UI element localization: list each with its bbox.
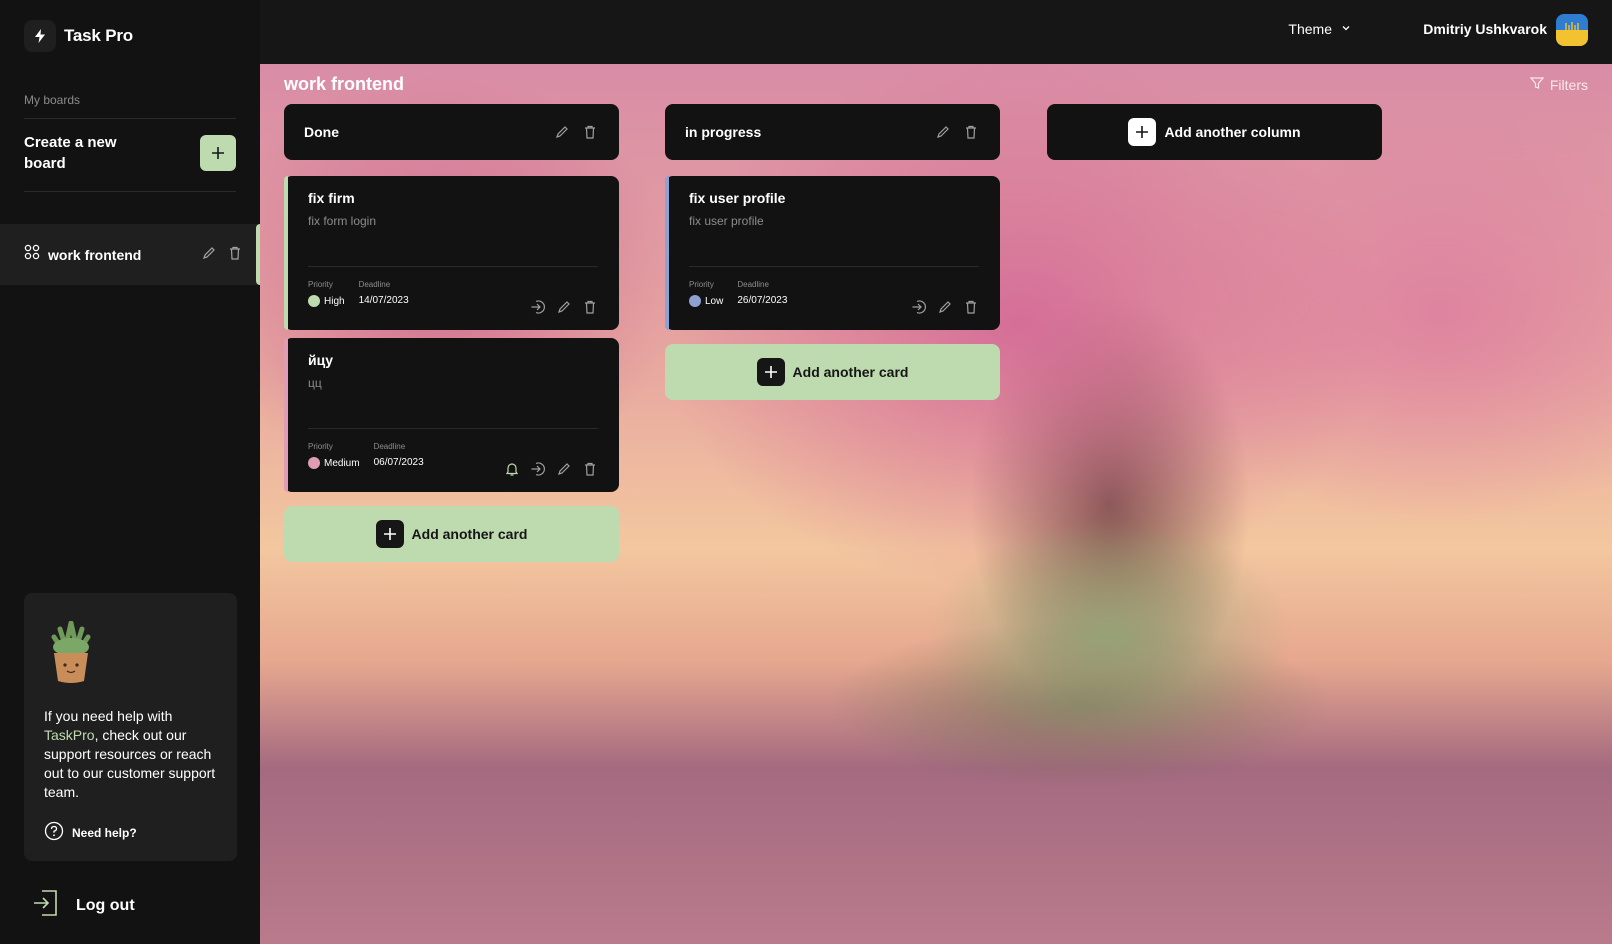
priority-dot	[308, 457, 320, 469]
card-title: йцу	[308, 352, 333, 368]
deadline-value: 14/07/2023	[358, 295, 409, 306]
deadline-value: 06/07/2023	[373, 457, 424, 468]
priority-value: Medium	[324, 457, 360, 469]
plus-icon	[375, 520, 404, 548]
pencil-icon[interactable]	[934, 123, 952, 141]
trash-icon[interactable]	[962, 123, 980, 141]
user-name[interactable]: Dmitriy Ushkvarok	[1423, 21, 1547, 37]
trident-icon	[1565, 22, 1579, 38]
plus-icon	[1128, 118, 1157, 146]
add-card-label: Add another card	[411, 526, 528, 542]
logout-icon	[30, 887, 62, 924]
brand-link[interactable]: TaskPro	[44, 727, 95, 743]
column-title: in progress	[685, 124, 762, 140]
need-help-button[interactable]: Need help?	[44, 821, 137, 844]
help-circle-icon	[44, 821, 64, 844]
card-description: fix form login	[308, 214, 377, 228]
pencil-icon[interactable]	[555, 460, 573, 478]
trash-icon[interactable]	[581, 298, 599, 316]
add-card-button[interactable]: Add another card	[284, 506, 619, 562]
column-header-in-progress: in progress	[665, 104, 1000, 160]
move-card-icon[interactable]	[910, 298, 928, 316]
priority-value: High	[324, 295, 345, 307]
cactus-pot-icon	[48, 620, 94, 690]
help-text: If you need help with TaskPro, check out…	[44, 707, 219, 802]
logout-label: Log out	[76, 896, 135, 914]
help-box: If you need help with TaskPro, check out…	[24, 593, 237, 861]
task-card[interactable]: йцу цц Priority Medium Deadline 06/07/20…	[284, 338, 619, 492]
trash-icon[interactable]	[226, 244, 244, 262]
add-card-label: Add another card	[792, 364, 909, 380]
card-title: fix firm	[308, 190, 355, 206]
add-card-button[interactable]: Add another card	[665, 344, 1000, 400]
deadline-label: Deadline	[373, 442, 406, 451]
priority-dot	[308, 295, 320, 307]
divider	[24, 118, 236, 119]
priority-label: Priority	[308, 280, 333, 289]
priority-dot	[689, 295, 701, 307]
task-card[interactable]: fix user profile fix user profile Priori…	[665, 176, 1000, 330]
add-column-label: Add another column	[1164, 124, 1301, 140]
chevron-down-icon	[1340, 21, 1352, 37]
create-board-button[interactable]	[200, 135, 236, 171]
my-boards-heading: My boards	[24, 93, 81, 107]
bell-icon[interactable]	[503, 460, 521, 478]
pencil-icon[interactable]	[555, 298, 573, 316]
logout-button[interactable]: Log out	[30, 887, 135, 924]
filters-button[interactable]: Filters	[1529, 76, 1588, 93]
grid-icon	[24, 244, 40, 265]
need-help-label: Need help?	[72, 825, 137, 840]
priority-bar	[284, 176, 288, 330]
priority-label: Priority	[689, 280, 714, 289]
board-name: work frontend	[48, 246, 142, 263]
deadline-label: Deadline	[737, 280, 769, 289]
avatar[interactable]	[1556, 14, 1588, 46]
help-text-part: If you need help with	[44, 708, 173, 724]
create-board-row: Create a new board	[24, 132, 236, 174]
trash-icon[interactable]	[581, 123, 599, 141]
trash-icon[interactable]	[581, 460, 599, 478]
card-description: fix user profile	[689, 214, 764, 228]
filters-label: Filters	[1549, 76, 1588, 93]
card-title: fix user profile	[689, 190, 786, 206]
card-divider	[308, 266, 598, 267]
plus-icon	[756, 358, 785, 386]
sidebar-item-work-frontend[interactable]: work frontend	[0, 224, 260, 285]
trash-icon[interactable]	[962, 298, 980, 316]
priority-value: Low	[705, 295, 724, 307]
add-column-button[interactable]: Add another column	[1047, 104, 1382, 160]
deadline-value: 26/07/2023	[737, 295, 788, 306]
sidebar: Task Pro My boards Create a new board wo…	[0, 0, 260, 944]
deadline-label: Deadline	[358, 280, 391, 289]
priority-label: Priority	[308, 442, 333, 451]
task-card[interactable]: fix firm fix form login Priority High De…	[284, 176, 619, 330]
pencil-icon[interactable]	[200, 244, 218, 262]
logo[interactable]: Task Pro	[24, 20, 133, 52]
board-canvas: work frontend Filters Done fix firm fix …	[260, 64, 1612, 944]
app-name: Task Pro	[64, 26, 133, 45]
move-card-icon[interactable]	[529, 460, 547, 478]
theme-dropdown[interactable]: Theme	[1288, 21, 1352, 37]
board-title: work frontend	[284, 74, 404, 94]
top-header: Theme Dmitriy Ushkvarok	[260, 0, 1612, 64]
pencil-icon[interactable]	[553, 123, 571, 141]
divider	[24, 191, 236, 192]
column-title: Done	[304, 124, 339, 140]
card-divider	[308, 428, 598, 429]
card-divider	[689, 266, 979, 267]
priority-bar	[284, 338, 288, 492]
move-card-icon[interactable]	[529, 298, 547, 316]
plus-icon	[212, 147, 224, 159]
filter-icon	[1529, 76, 1545, 93]
theme-label: Theme	[1288, 21, 1332, 37]
pencil-icon[interactable]	[936, 298, 954, 316]
column-header-done: Done	[284, 104, 619, 160]
create-board-label: Create a new board	[24, 134, 117, 172]
priority-bar	[665, 176, 669, 330]
card-description: цц	[308, 376, 322, 390]
lightning-icon	[24, 20, 56, 52]
